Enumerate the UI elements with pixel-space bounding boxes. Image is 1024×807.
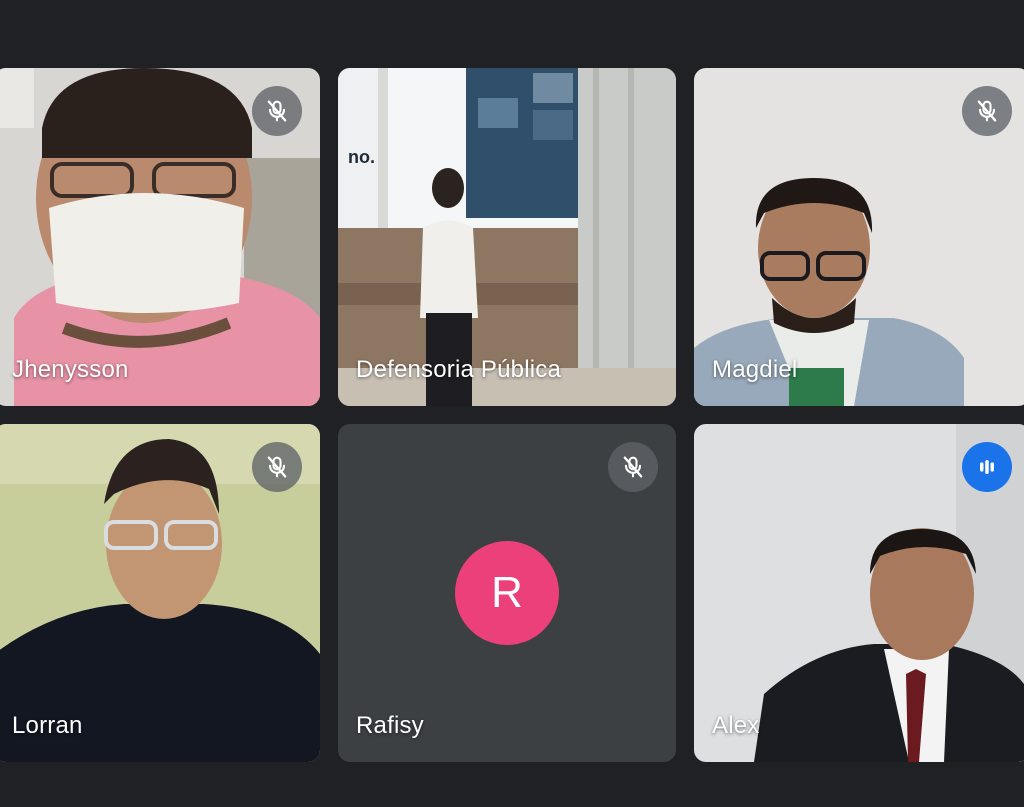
participant-tile-defensoria[interactable]: no. Defensoria Pública: [338, 68, 676, 406]
mic-off-icon: [962, 86, 1012, 136]
participant-tile-jhenysson[interactable]: Jhenysson: [0, 68, 320, 406]
speaking-indicator-icon: [962, 442, 1012, 492]
participant-tile-lorran[interactable]: Lorran: [0, 424, 320, 762]
participant-name: Defensoria Pública: [356, 356, 562, 383]
participant-name: Alex: [712, 712, 760, 739]
svg-text:no.: no.: [348, 147, 375, 167]
participant-tile-alex[interactable]: Alex: [694, 424, 1024, 762]
participant-grid: Jhenysson no. Defensoria Pública Magdiel…: [0, 0, 1024, 807]
avatar: R: [455, 541, 559, 645]
mic-off-icon: [252, 442, 302, 492]
participant-name: Rafisy: [356, 712, 424, 739]
participant-tile-rafisy[interactable]: R Rafisy: [338, 424, 676, 762]
participant-name: Lorran: [12, 712, 83, 739]
participant-name: Magdiel: [712, 356, 798, 383]
participant-tile-magdiel[interactable]: Magdiel: [694, 68, 1024, 406]
mic-off-icon: [608, 442, 658, 492]
participant-name: Jhenysson: [12, 356, 129, 383]
mic-off-icon: [252, 86, 302, 136]
